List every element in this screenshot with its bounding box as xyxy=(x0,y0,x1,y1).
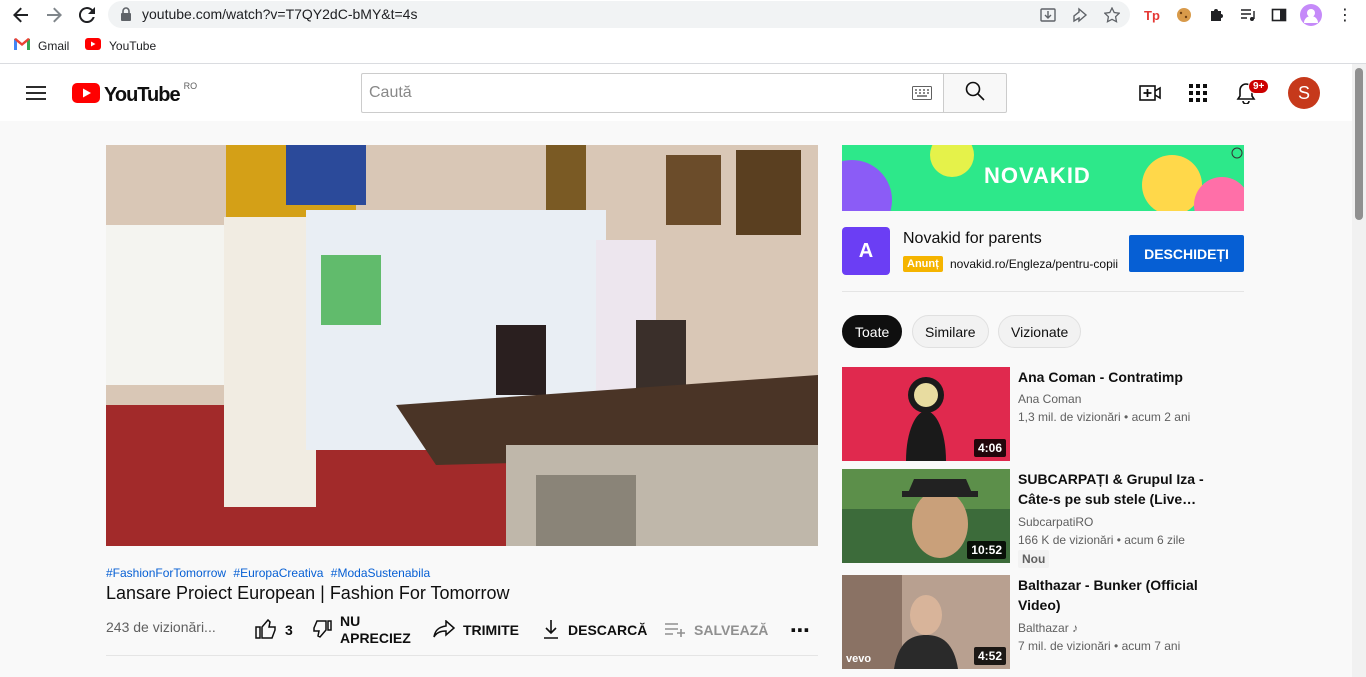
lock-icon[interactable] xyxy=(120,6,132,27)
add-to-playlist-icon xyxy=(664,621,686,640)
video-duration: 10:52 xyxy=(967,541,1006,559)
view-count[interactable]: 243 de vizionări... xyxy=(106,619,216,635)
logo-text: YouTube xyxy=(104,84,181,106)
video-player[interactable] xyxy=(106,145,818,546)
share-arrow-icon xyxy=(433,618,456,641)
video-thumbnail[interactable]: vevo 4:52 xyxy=(842,575,1010,669)
hashtag-link[interactable]: #ModaSustenabila xyxy=(331,566,430,580)
download-label: DESCARCĂ xyxy=(568,622,648,638)
bookmark-label: Gmail xyxy=(38,38,70,53)
account-avatar[interactable]: S xyxy=(1288,77,1320,109)
notification-count-badge: 9+ xyxy=(1248,79,1270,94)
video-duration: 4:52 xyxy=(973,647,1006,665)
share-label: TRIMITE xyxy=(463,622,519,638)
tp-extension-icon[interactable]: Tp xyxy=(1141,4,1163,26)
dislike-label-line1: NU xyxy=(340,613,361,629)
chip-watched[interactable]: Vizionate xyxy=(998,315,1082,348)
save-button[interactable]: SALVEAZĂ xyxy=(664,612,768,648)
thumbs-down-icon xyxy=(312,619,332,641)
url-text[interactable]: youtube.com/watch?v=T7QY2dC-bMY&t=4s xyxy=(142,6,417,22)
content-divider xyxy=(106,655,818,656)
ad-banner-text: NOVAKID xyxy=(984,163,1091,188)
hashtags: #FashionForTomorrow #EuropaCreativa #Mod… xyxy=(106,566,434,580)
dislike-button[interactable]: NU APRECIEZ xyxy=(312,612,411,648)
address-bar[interactable]: youtube.com/watch?v=T7QY2dC-bMY&t=4s xyxy=(108,1,1130,28)
media-control-icon[interactable] xyxy=(1237,4,1259,26)
like-button[interactable]: 3 xyxy=(255,612,293,648)
page-scrollbar[interactable] xyxy=(1352,64,1366,677)
gmail-icon xyxy=(14,38,30,53)
download-icon xyxy=(542,619,560,642)
profile-icon[interactable] xyxy=(1300,4,1322,26)
bookmark-youtube[interactable]: YouTube xyxy=(85,38,156,53)
menu-kebab-icon[interactable]: ⋮ xyxy=(1334,4,1356,26)
channel-name[interactable]: SubcarpatiRO xyxy=(1018,515,1093,529)
new-badge: Nou xyxy=(1018,550,1050,568)
like-count: 3 xyxy=(285,622,293,638)
search-container xyxy=(361,73,944,113)
region-label: RO xyxy=(183,80,198,91)
recommendation-item[interactable]: vevo 4:52 Balthazar - Bunker (Official V… xyxy=(842,575,1244,669)
video-meta: 7 mil. de vizionări • acum 7 ani xyxy=(1018,639,1181,653)
vevo-watermark: vevo xyxy=(846,653,872,665)
dislike-label: NU APRECIEZ xyxy=(340,613,411,647)
video-meta: 1,3 mil. de vizionări • acum 2 ani xyxy=(1018,410,1191,424)
ad-open-button[interactable]: DESCHIDEȚI xyxy=(1129,235,1244,272)
chip-related[interactable]: Similare xyxy=(912,315,989,348)
search-button[interactable] xyxy=(943,73,1007,113)
scrollbar-thumb[interactable] xyxy=(1355,68,1363,220)
youtube-icon xyxy=(85,38,101,53)
cookie-extension-icon[interactable] xyxy=(1173,4,1195,26)
youtube-logo[interactable]: YouTube RO xyxy=(72,80,198,108)
puzzle-icon[interactable] xyxy=(1205,4,1227,26)
more-actions-icon[interactable]: ⋯ xyxy=(790,612,811,648)
save-label: SALVEAZĂ xyxy=(694,622,769,638)
search-icon xyxy=(965,81,985,106)
share-page-icon[interactable] xyxy=(1071,6,1089,24)
video-title: Lansare Proiect European | Fashion For T… xyxy=(106,583,510,603)
ad-banner-image[interactable]: NOVAKID xyxy=(842,145,1244,211)
video-title[interactable]: SUBCARPAȚI & Grupul Iza - Câte-s pe sub … xyxy=(1018,469,1218,509)
recommendation-item[interactable]: 4:06 Ana Coman - Contratimp Ana Coman 1,… xyxy=(842,367,1244,461)
keyboard-icon[interactable] xyxy=(912,86,932,105)
side-panel-icon[interactable] xyxy=(1268,4,1290,26)
video-meta: 166 K de vizionări • acum 6 zile xyxy=(1018,533,1185,547)
youtube-header: YouTube RO 9+ S xyxy=(0,64,1352,121)
video-duration: 4:06 xyxy=(973,439,1006,457)
ad-url[interactable]: novakid.ro/Engleza/pentru-copii xyxy=(950,257,1120,271)
ad-divider xyxy=(842,291,1244,292)
download-button[interactable]: DESCARCĂ xyxy=(542,612,647,648)
hashtag-link[interactable]: #EuropaCreativa xyxy=(233,566,323,580)
install-app-icon[interactable] xyxy=(1039,6,1057,24)
share-button[interactable]: TRIMITE xyxy=(433,612,519,648)
bookmarks-bar: Gmail YouTube xyxy=(0,30,1366,64)
novakid-logo[interactable]: A xyxy=(842,227,890,275)
video-thumbnail[interactable]: 10:52 xyxy=(842,469,1010,563)
video-frame xyxy=(106,145,818,546)
reload-icon[interactable] xyxy=(76,4,98,26)
ad-label-badge: Anunț xyxy=(903,256,943,272)
search-input[interactable] xyxy=(362,74,892,112)
hamburger-menu-icon[interactable] xyxy=(23,80,49,106)
bookmark-gmail[interactable]: Gmail xyxy=(14,38,69,53)
channel-name[interactable]: Balthazar ♪ xyxy=(1018,621,1078,635)
browser-toolbar: youtube.com/watch?v=T7QY2dC-bMY&t=4s Tp … xyxy=(0,0,1366,30)
apps-grid-icon[interactable] xyxy=(1185,80,1211,106)
video-thumbnail[interactable]: 4:06 xyxy=(842,367,1010,461)
video-title[interactable]: Balthazar - Bunker (Official Video) xyxy=(1018,575,1218,615)
hashtag-link[interactable]: #FashionForTomorrow xyxy=(106,566,226,580)
youtube-play-logo-icon xyxy=(72,83,100,108)
thumbs-up-icon xyxy=(255,618,277,642)
bookmark-star-icon[interactable] xyxy=(1103,6,1121,24)
back-arrow-icon[interactable] xyxy=(10,4,32,26)
bookmark-label: YouTube xyxy=(109,38,157,53)
forward-arrow-icon[interactable] xyxy=(43,4,65,26)
channel-name[interactable]: Ana Coman xyxy=(1018,392,1081,406)
chip-all[interactable]: Toate xyxy=(842,315,903,348)
dislike-label-line2: APRECIEZ xyxy=(340,630,411,646)
ad-title[interactable]: Novakid for parents xyxy=(903,230,1042,248)
create-video-icon[interactable] xyxy=(1137,80,1163,106)
video-title[interactable]: Ana Coman - Contratimp xyxy=(1018,367,1218,387)
recommendation-item[interactable]: 10:52 SUBCARPAȚI & Grupul Iza - Câte-s p… xyxy=(842,469,1244,568)
